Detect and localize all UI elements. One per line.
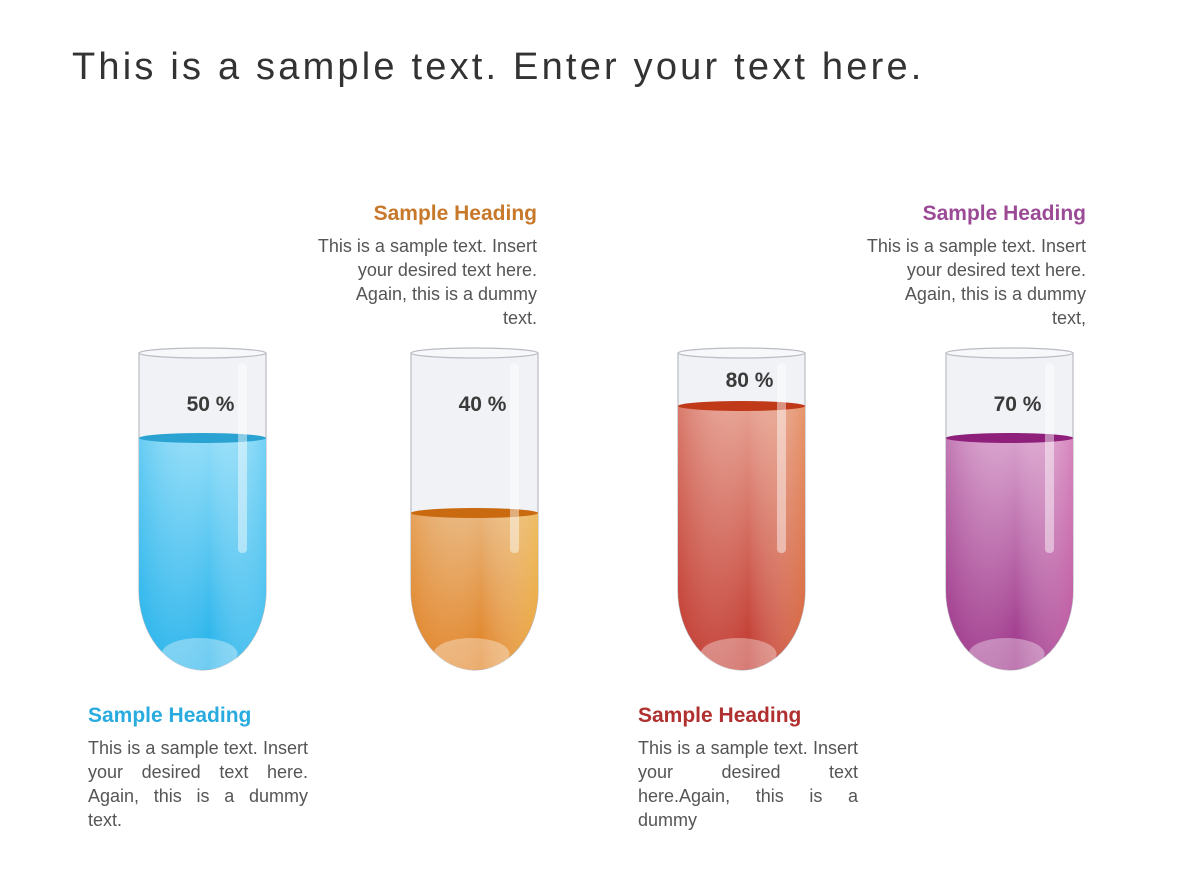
test-tube-3: 80 % [677,347,806,671]
glass-highlight [777,363,786,553]
test-tube-chart: 50 % 40 % 80 % 70 % [138,347,1074,671]
percent-label: 80 % [726,369,774,392]
test-tube-1: 50 % [138,347,267,671]
bottom-highlight [968,638,1045,670]
tube-rim [677,347,806,359]
bottom-highlight [700,638,777,670]
percent-label: 50 % [187,393,235,416]
percent-label: 40 % [459,393,507,416]
tube-rim [138,347,267,359]
glass-highlight [238,363,247,553]
glass-highlight [510,363,519,553]
bottom-highlight [161,638,238,670]
tube-rim [945,347,1074,359]
bottom-highlight [433,638,510,670]
glass-highlight [1045,363,1054,553]
test-tube-2: 40 % [410,347,539,671]
tube-rim [410,347,539,359]
percent-label: 70 % [994,393,1042,416]
test-tube-4: 70 % [945,347,1074,671]
